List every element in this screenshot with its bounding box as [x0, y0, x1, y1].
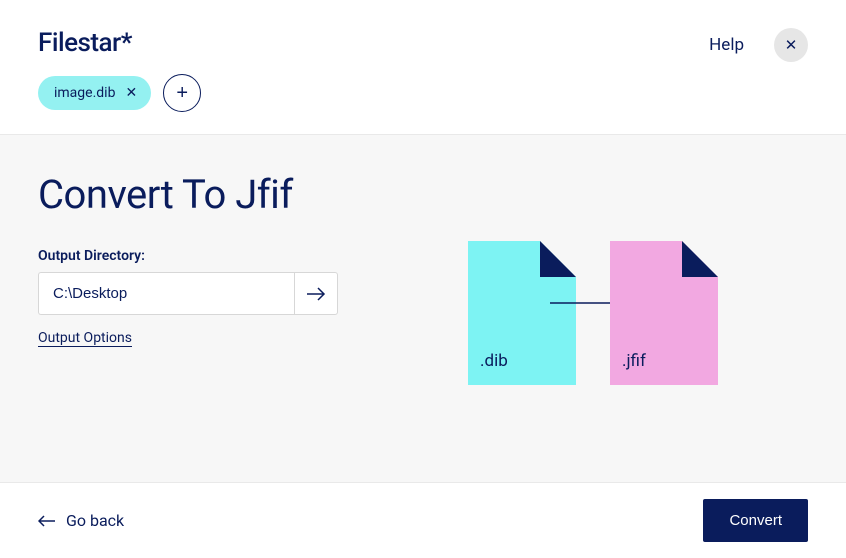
- target-file-icon: .jfif: [610, 241, 718, 385]
- add-file-button[interactable]: +: [163, 74, 201, 112]
- go-back-button[interactable]: Go back: [38, 511, 124, 530]
- logo-text: Filestar: [38, 28, 121, 58]
- help-link[interactable]: Help: [709, 35, 744, 55]
- convert-button[interactable]: Convert: [703, 499, 808, 542]
- browse-dir-button[interactable]: [294, 272, 338, 315]
- output-dir-label: Output Directory:: [38, 248, 338, 264]
- main-content: Convert To Jfif Output Directory: Output…: [0, 134, 846, 482]
- file-fold-icon: [682, 241, 718, 277]
- app-logo: Filestar*: [38, 28, 201, 58]
- plus-icon: +: [176, 83, 188, 103]
- go-back-label: Go back: [66, 511, 124, 530]
- header: Filestar* image.dib ✕ + Help ✕: [0, 0, 846, 134]
- output-dir-input[interactable]: [38, 272, 294, 315]
- page-title: Convert To Jfif: [38, 171, 338, 218]
- conversion-illustration: .dib .jfif: [378, 171, 808, 446]
- source-ext-label: .dib: [480, 351, 508, 371]
- file-chip-label: image.dib: [54, 85, 115, 101]
- conversion-graphic: .dib .jfif: [468, 241, 718, 385]
- close-icon[interactable]: ✕: [125, 86, 137, 100]
- file-row: image.dib ✕ +: [38, 74, 201, 134]
- file-chip[interactable]: image.dib ✕: [38, 76, 151, 110]
- close-app-button[interactable]: ✕: [774, 28, 808, 62]
- file-fold-icon: [540, 241, 576, 277]
- arrow-right-icon: [306, 287, 326, 301]
- logo-star: *: [121, 28, 132, 58]
- target-ext-label: .jfif: [622, 351, 646, 371]
- footer: Go back Convert: [0, 482, 846, 558]
- arrow-left-icon: [38, 515, 56, 527]
- main-left: Convert To Jfif Output Directory: Output…: [38, 171, 338, 446]
- output-dir-group: [38, 272, 338, 315]
- header-right: Help ✕: [709, 28, 808, 62]
- output-options-link[interactable]: Output Options: [38, 330, 132, 346]
- header-left: Filestar* image.dib ✕ +: [38, 28, 201, 134]
- close-icon: ✕: [785, 36, 798, 54]
